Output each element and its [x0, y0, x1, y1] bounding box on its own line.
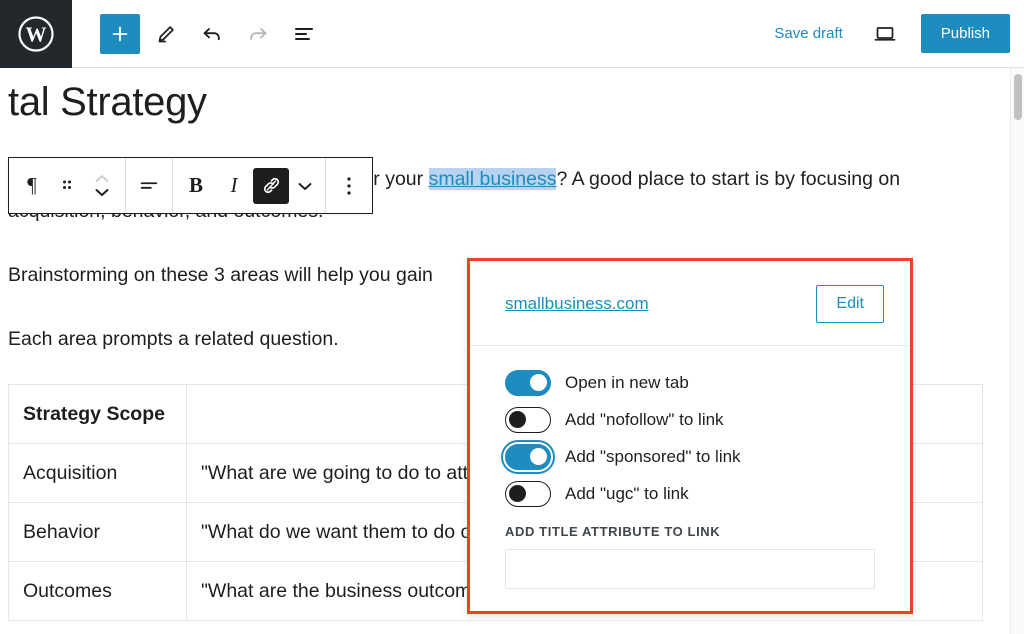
top-bar-right-tools: Save draft Publish: [768, 0, 1024, 67]
vertical-ellipsis-icon: [347, 176, 351, 195]
block-toolbar-group-block: ¶: [9, 158, 126, 213]
block-toolbar-group-options: [326, 158, 372, 213]
add-ugc-label: Add "ugc" to link: [565, 483, 689, 503]
link-popover-body: Open in new tab Add "nofollow" to link A…: [470, 346, 910, 611]
add-nofollow-label: Add "nofollow" to link: [565, 409, 724, 429]
plus-icon: [112, 26, 128, 41]
list-view-button[interactable]: [284, 14, 324, 54]
align-text-left-icon: [140, 181, 158, 189]
chevron-down-icon: [298, 182, 312, 190]
table-cell-scope[interactable]: Outcomes: [8, 561, 187, 621]
italic-button[interactable]: I: [215, 158, 253, 213]
link-settings-popover: smallbusiness.com Edit Open in new tab A…: [467, 258, 913, 614]
table-header-cell[interactable]: Strategy Scope: [8, 384, 187, 444]
toggle-knob: [509, 410, 526, 428]
title-attribute-input[interactable]: [505, 549, 875, 589]
document-outline-icon: [295, 27, 313, 40]
block-type-button[interactable]: ¶: [13, 158, 51, 213]
undo-arrow-icon: [203, 27, 220, 40]
block-toolbar-group-align: [126, 158, 173, 213]
chevron-up-icon[interactable]: [93, 173, 111, 184]
save-draft-button[interactable]: Save draft: [768, 19, 848, 48]
align-text-button[interactable]: [130, 158, 168, 213]
open-in-new-tab-toggle[interactable]: [505, 369, 551, 396]
edit-mode-button[interactable]: [146, 14, 186, 54]
wordpress-logo-icon[interactable]: W: [0, 0, 72, 68]
top-bar-spacer: [324, 0, 768, 67]
preview-button[interactable]: [865, 14, 905, 54]
toggle-knob: [509, 484, 526, 502]
small-business-link[interactable]: small business: [428, 168, 557, 190]
editor-canvas: tal Strategy Ready to think through a di…: [0, 68, 1010, 634]
bold-button[interactable]: B: [177, 158, 215, 213]
toggle-row-nofollow: Add "nofollow" to link: [505, 401, 875, 438]
link-url-display[interactable]: smallbusiness.com: [505, 294, 649, 314]
more-options-button[interactable]: [330, 158, 368, 213]
publish-button[interactable]: Publish: [920, 14, 1010, 53]
drag-handle-button[interactable]: [51, 158, 83, 213]
link-chain-icon: [263, 177, 279, 194]
drag-handle-icon: [63, 180, 71, 189]
add-ugc-toggle[interactable]: [505, 480, 551, 507]
editor-top-bar: W Save draft Publish: [0, 0, 1024, 68]
open-in-new-tab-label: Open in new tab: [565, 372, 689, 392]
page-title[interactable]: tal Strategy: [8, 80, 207, 125]
toggle-row-sponsored: Add "sponsored" to link: [505, 438, 875, 475]
toggle-row-open-in-new-tab: Open in new tab: [505, 364, 875, 401]
desktop-preview-icon: [874, 26, 896, 41]
title-attribute-label: Add title attribute to link: [505, 524, 721, 539]
link-button[interactable]: [253, 167, 289, 204]
block-toolbar: ¶ B I: [8, 157, 373, 214]
link-popover-header: smallbusiness.com Edit: [470, 261, 910, 346]
add-block-button[interactable]: [100, 13, 140, 54]
pencil-icon: [158, 25, 174, 42]
table-cell-scope[interactable]: Behavior: [8, 502, 187, 562]
toggle-knob: [530, 373, 547, 391]
paragraph-pilcrow-icon: ¶: [27, 173, 37, 197]
block-toolbar-group-format: B I: [173, 158, 326, 213]
undo-button[interactable]: [192, 14, 232, 54]
more-formats-button[interactable]: [289, 158, 321, 213]
toggle-knob: [530, 447, 547, 465]
wordpress-block-editor: W Save draft Publish tal Strategy your s…: [0, 0, 1024, 634]
vertical-scrollbar[interactable]: [1010, 68, 1024, 634]
add-nofollow-toggle[interactable]: [505, 406, 551, 433]
redo-arrow-icon: [250, 27, 267, 40]
toggle-row-ugc: Add "ugc" to link: [505, 475, 875, 512]
scrollbar-thumb[interactable]: [1014, 74, 1022, 120]
svg-text:W: W: [26, 23, 47, 47]
redo-button[interactable]: [238, 14, 278, 54]
table-cell-scope[interactable]: Acquisition: [8, 443, 187, 503]
chevron-down-icon[interactable]: [93, 187, 111, 198]
add-sponsored-toggle[interactable]: [505, 443, 551, 470]
add-sponsored-label: Add "sponsored" to link: [565, 446, 741, 466]
top-bar-left-tools: [72, 0, 324, 67]
edit-link-button[interactable]: Edit: [816, 285, 884, 323]
move-block-arrows[interactable]: [83, 173, 121, 198]
